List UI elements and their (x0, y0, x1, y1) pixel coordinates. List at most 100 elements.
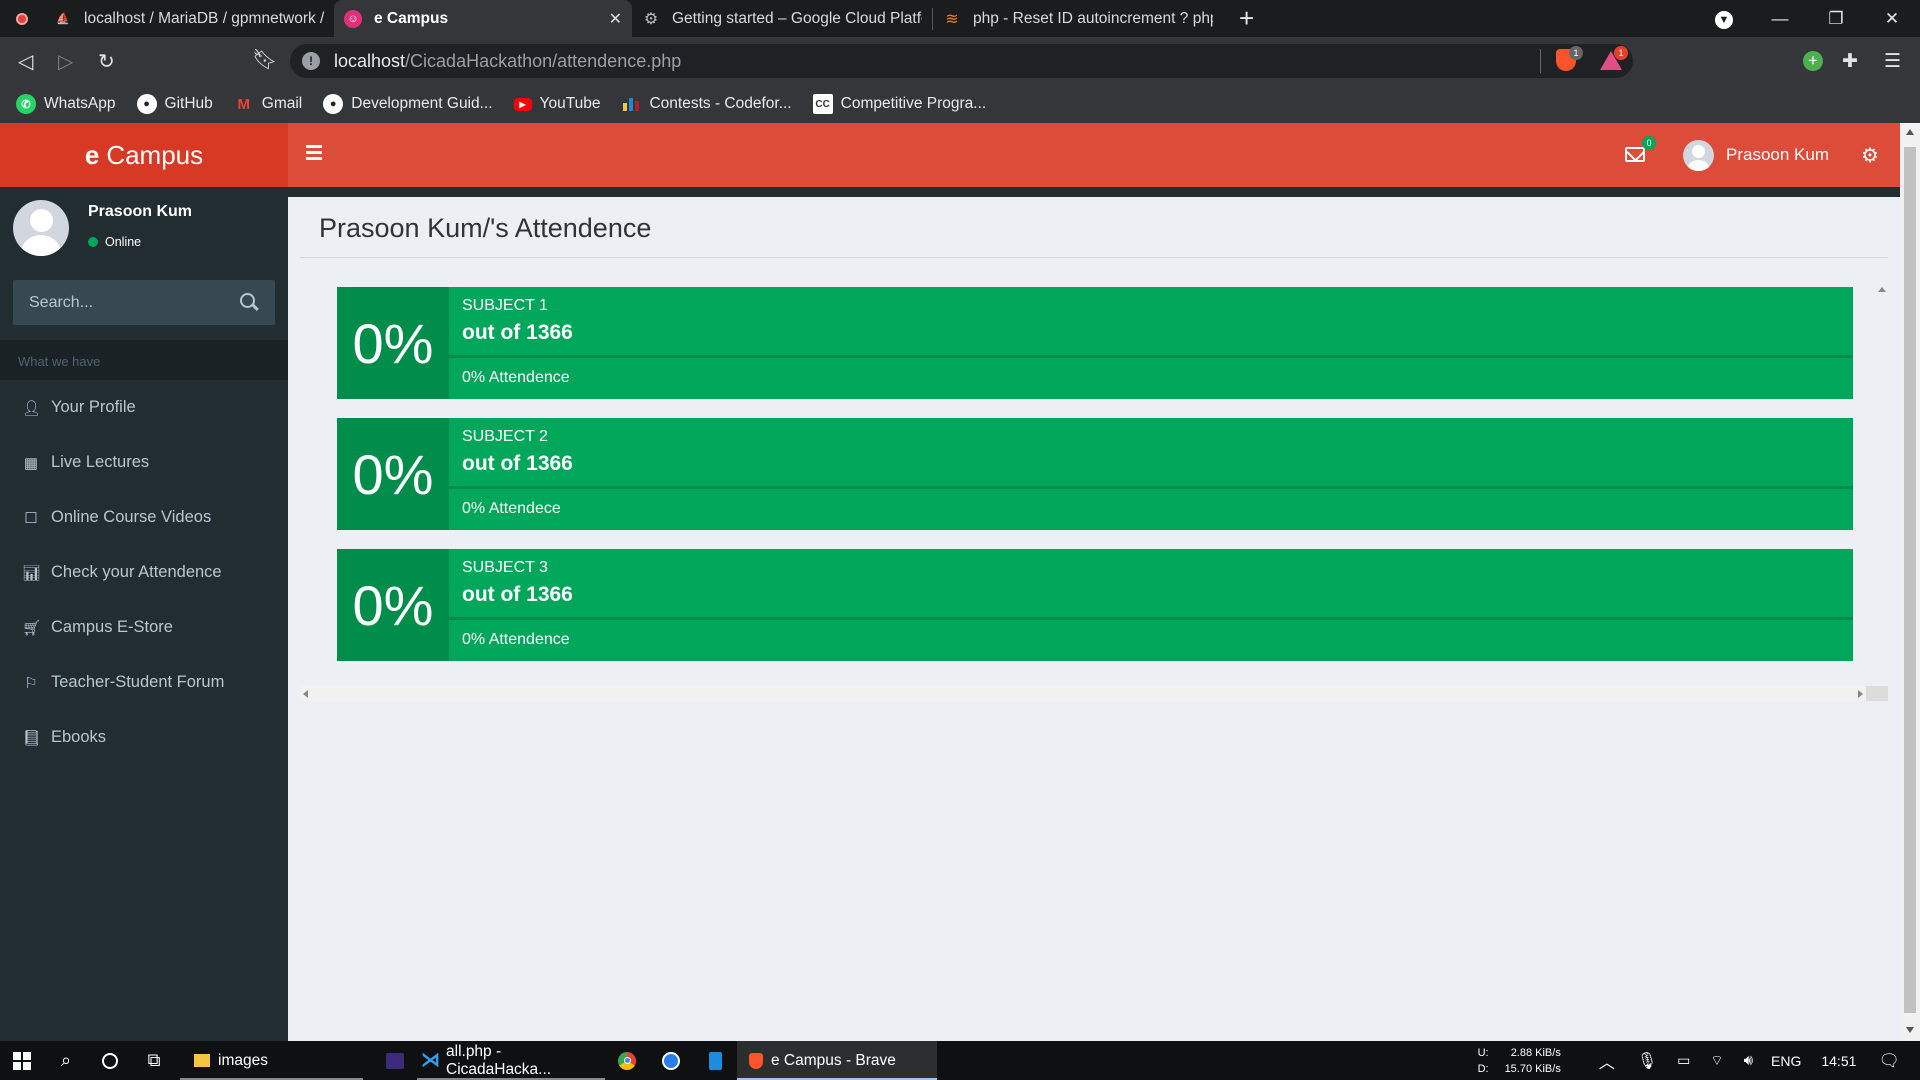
language-indicator[interactable]: ENG (1771, 1053, 1801, 1069)
notifications-icon[interactable]: 🗨︎ (1878, 1051, 1900, 1071)
mail-icon[interactable] (1625, 147, 1645, 162)
scroll-up-icon[interactable] (1906, 129, 1914, 135)
windows-taskbar: ⌕ ⧉ images ⋊ all.php - CicadaHacka... e … (0, 1041, 1920, 1080)
bookmark-whatsapp[interactable]: ✆ WhatsApp (16, 94, 116, 114)
github-icon: ● (136, 94, 157, 114)
page-title: Prasoon Kum/'s Attendence (319, 213, 652, 243)
sidebar-item-label: Campus E-Store (51, 618, 173, 636)
sidebar-item-check-attendence[interactable]: 📊︎ Check your Attendence (0, 545, 288, 600)
user-menu-name[interactable]: Prasoon Kum (1726, 145, 1829, 165)
minimize-icon[interactable]: — (1752, 9, 1808, 29)
sidebar-search (13, 280, 275, 325)
show-hidden-icons-icon[interactable]: ︿ (1599, 1049, 1615, 1073)
task-view-icon[interactable]: ⧉ (132, 1041, 176, 1080)
close-tab-icon[interactable]: ✕ (609, 9, 622, 29)
tab-google-cloud[interactable]: ⚙ Getting started – Google Cloud Platfor (632, 0, 932, 37)
bookmark-github[interactable]: ● GitHub (136, 94, 213, 114)
window-controls: ▼ — ❐ ✕ (1696, 0, 1920, 37)
microphone-icon[interactable]: 🎙︎ (1637, 1051, 1657, 1071)
sidebar-item-label: Live Lectures (51, 453, 150, 471)
url-text[interactable]: localhost/CicadaHackathon/attendence.php (334, 51, 681, 72)
sidebar-item-your-profile[interactable]: 👤︎ Your Profile (0, 380, 288, 435)
app-blue-icon[interactable] (649, 1041, 693, 1080)
forward-icon[interactable]: ▷ (58, 49, 73, 74)
tab-phpmyadmin[interactable]: ⛵ localhost / MariaDB / gpmnetwork / le (44, 0, 334, 37)
page-vertical-scrollbar[interactable] (1900, 123, 1920, 1041)
scroll-right-icon[interactable] (1858, 690, 1863, 698)
taskbar-item-images[interactable]: images (180, 1041, 363, 1080)
chrome-icon[interactable] (605, 1041, 649, 1080)
sidebar-item-ebooks[interactable]: 📘︎ Ebooks (0, 710, 288, 765)
taskbar-item-label: images (218, 1051, 268, 1069)
tab-title: e Campus (374, 9, 449, 27)
windows-start-icon[interactable] (0, 1041, 44, 1080)
tab-title: Getting started – Google Cloud Platfor (672, 9, 922, 27)
cart-icon: 🛒︎ (22, 619, 42, 637)
online-dot-icon (88, 237, 98, 247)
sidebar-header: What we have (0, 340, 288, 380)
notes-icon[interactable] (693, 1041, 737, 1080)
top-navbar: e Campus 0 Prasoon Kum ⚙ (0, 123, 1900, 187)
clock[interactable]: 14:51 (1821, 1053, 1856, 1069)
bookmark-gmail[interactable]: M Gmail (234, 94, 303, 114)
ecampus-favicon-icon: ☺ (344, 9, 362, 28)
book-icon: 📘︎ (22, 729, 42, 747)
taskbar-item-vscode[interactable]: ⋊ all.php - CicadaHacka... (417, 1041, 605, 1080)
bookmark-codeforces[interactable]: Contests - Codefor... (621, 94, 792, 114)
taskbar-item-brave[interactable]: e Campus - Brave (737, 1041, 937, 1080)
back-icon[interactable]: ◁ (18, 49, 33, 74)
restore-icon[interactable]: ❐ (1808, 9, 1864, 29)
bookmark-label: Gmail (261, 95, 303, 112)
subject-name: SUBJECT 2 (462, 428, 548, 445)
bar-chart-icon: 📊︎ (22, 564, 42, 582)
extension-plus-icon[interactable]: + (1803, 51, 1823, 71)
wifi-icon[interactable]: ⌔ (1710, 1052, 1723, 1070)
square-icon: ☐ (24, 509, 38, 527)
scrollbar-thumb[interactable] (1904, 147, 1916, 1013)
progress-bar (449, 486, 1853, 489)
sidebar-item-label: Online Course Videos (51, 508, 212, 526)
close-window-icon[interactable]: ✕ (1864, 9, 1920, 29)
sidebar-item-teacher-student-forum[interactable]: ⚐ Teacher-Student Forum (0, 655, 288, 710)
panel-horizontal-scrollbar[interactable] (300, 686, 1888, 701)
search-icon[interactable]: ⌕ (44, 1041, 88, 1080)
percent-value: 0% (337, 549, 449, 661)
tab-ecampus[interactable]: ☺ e Campus ✕ (334, 0, 632, 37)
sidebar-item-label: Teacher-Student Forum (51, 673, 225, 691)
sidebar-item-campus-e-store[interactable]: 🛒︎ Campus E-Store (0, 600, 288, 655)
new-tab-button[interactable]: + (1223, 0, 1270, 37)
scroll-left-icon[interactable] (303, 690, 308, 698)
search-icon[interactable] (240, 293, 255, 308)
settings-gears-icon[interactable]: ⚙ (1861, 143, 1879, 168)
amazon-music-icon[interactable] (373, 1041, 417, 1080)
scroll-down-icon[interactable] (1906, 1027, 1914, 1033)
bookmark-development-guide[interactable]: ● Development Guid... (323, 94, 493, 114)
bookmark-youtube[interactable]: ▶ YouTube (513, 95, 600, 113)
search-input[interactable] (13, 280, 233, 325)
menu-icon[interactable]: ☰ (1884, 50, 1901, 73)
panel-scroll-up-icon[interactable] (1878, 287, 1886, 292)
brave-menu-icon[interactable] (0, 0, 44, 37)
address-bar[interactable]: ! localhost/CicadaHackathon/attendence.p… (290, 44, 1633, 78)
attendence-box-subject-3: 0% SUBJECT 3 out of 1366 0% Attendence (337, 549, 1853, 661)
volume-icon[interactable]: 🔊︎ (1744, 1052, 1753, 1069)
extensions-puzzle-icon[interactable]: ✚ (1842, 50, 1858, 73)
attendence-panel: 0% SUBJECT 1 out of 1366 0% Attendence 0… (300, 279, 1888, 701)
battery-icon[interactable]: ▭ (1677, 1052, 1690, 1069)
tab-stackoverflow[interactable]: ≋ php - Reset ID autoincrement ? phpmy (933, 0, 1223, 37)
user-avatar[interactable] (1683, 140, 1714, 171)
sidebar-item-online-course-videos[interactable]: ☐ Online Course Videos (0, 490, 288, 545)
sidebar-toggle-icon[interactable] (306, 145, 322, 160)
site-info-icon[interactable]: ! (302, 52, 320, 70)
total-classes: out of 1366 (462, 452, 573, 475)
reload-icon[interactable]: ↻ (98, 49, 115, 74)
app-logo[interactable]: e Campus (0, 123, 288, 187)
bookmark-codechef[interactable]: CC Competitive Progra... (812, 94, 986, 114)
sidebar-item-live-lectures[interactable]: ▦ Live Lectures (0, 435, 288, 490)
flag-icon: ⚐ (24, 674, 38, 692)
codechef-icon: CC (812, 94, 833, 114)
tab-search-icon[interactable]: ▼ (1696, 8, 1752, 29)
bookmark-icon[interactable]: 🔖︎ (252, 47, 277, 72)
rewards-count-badge: 1 (1614, 46, 1628, 60)
cortana-icon[interactable] (88, 1041, 132, 1080)
